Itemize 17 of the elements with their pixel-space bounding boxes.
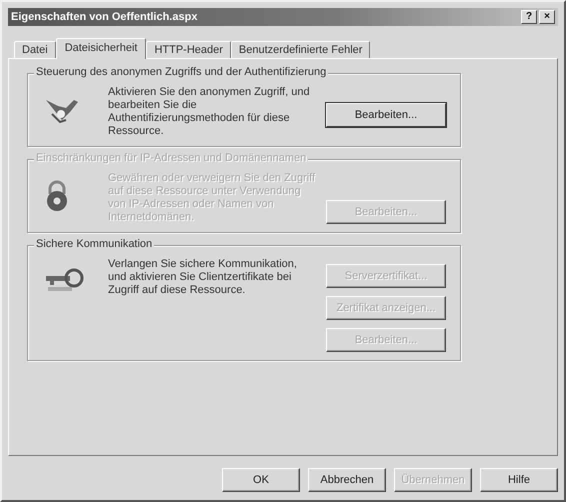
group-title: Steuerung des anonymen Zugriffs und der Authentifizierung	[34, 66, 328, 78]
dialog-button[interactable]: Hilfe	[480, 468, 558, 492]
description-text: Aktivieren Sie den anonymen Zugriff, und bearbeiten Sie die Authentifizierungsmethoden für diese Ressource.	[108, 86, 311, 138]
edit-button[interactable]: Bearbeiten...	[326, 103, 446, 127]
tab[interactable]: HTTP-Header	[146, 41, 231, 58]
description-text: Verlangen Sie sichere Kommunikation, und aktivieren Sie Clientzertifikate bei Zugriff auf diese Ressource.	[108, 258, 298, 298]
help-button[interactable]: ?	[521, 10, 537, 24]
key-icon	[44, 266, 84, 294]
padlock-icon	[44, 180, 70, 212]
close-button[interactable]: ×	[539, 10, 555, 24]
window-title: Eigenschaften von Oeffentlich.aspx	[11, 11, 198, 23]
group-title: Sichere Kommunikation	[34, 238, 154, 250]
dialog-button[interactable]: Abbrechen	[308, 468, 386, 492]
tab[interactable]: Benutzerdefinierte Fehler	[230, 41, 370, 58]
tab[interactable]: Datei	[14, 41, 56, 58]
tab[interactable]: Dateisicherheit	[56, 38, 146, 59]
dialog-button[interactable]: OK	[222, 468, 300, 492]
